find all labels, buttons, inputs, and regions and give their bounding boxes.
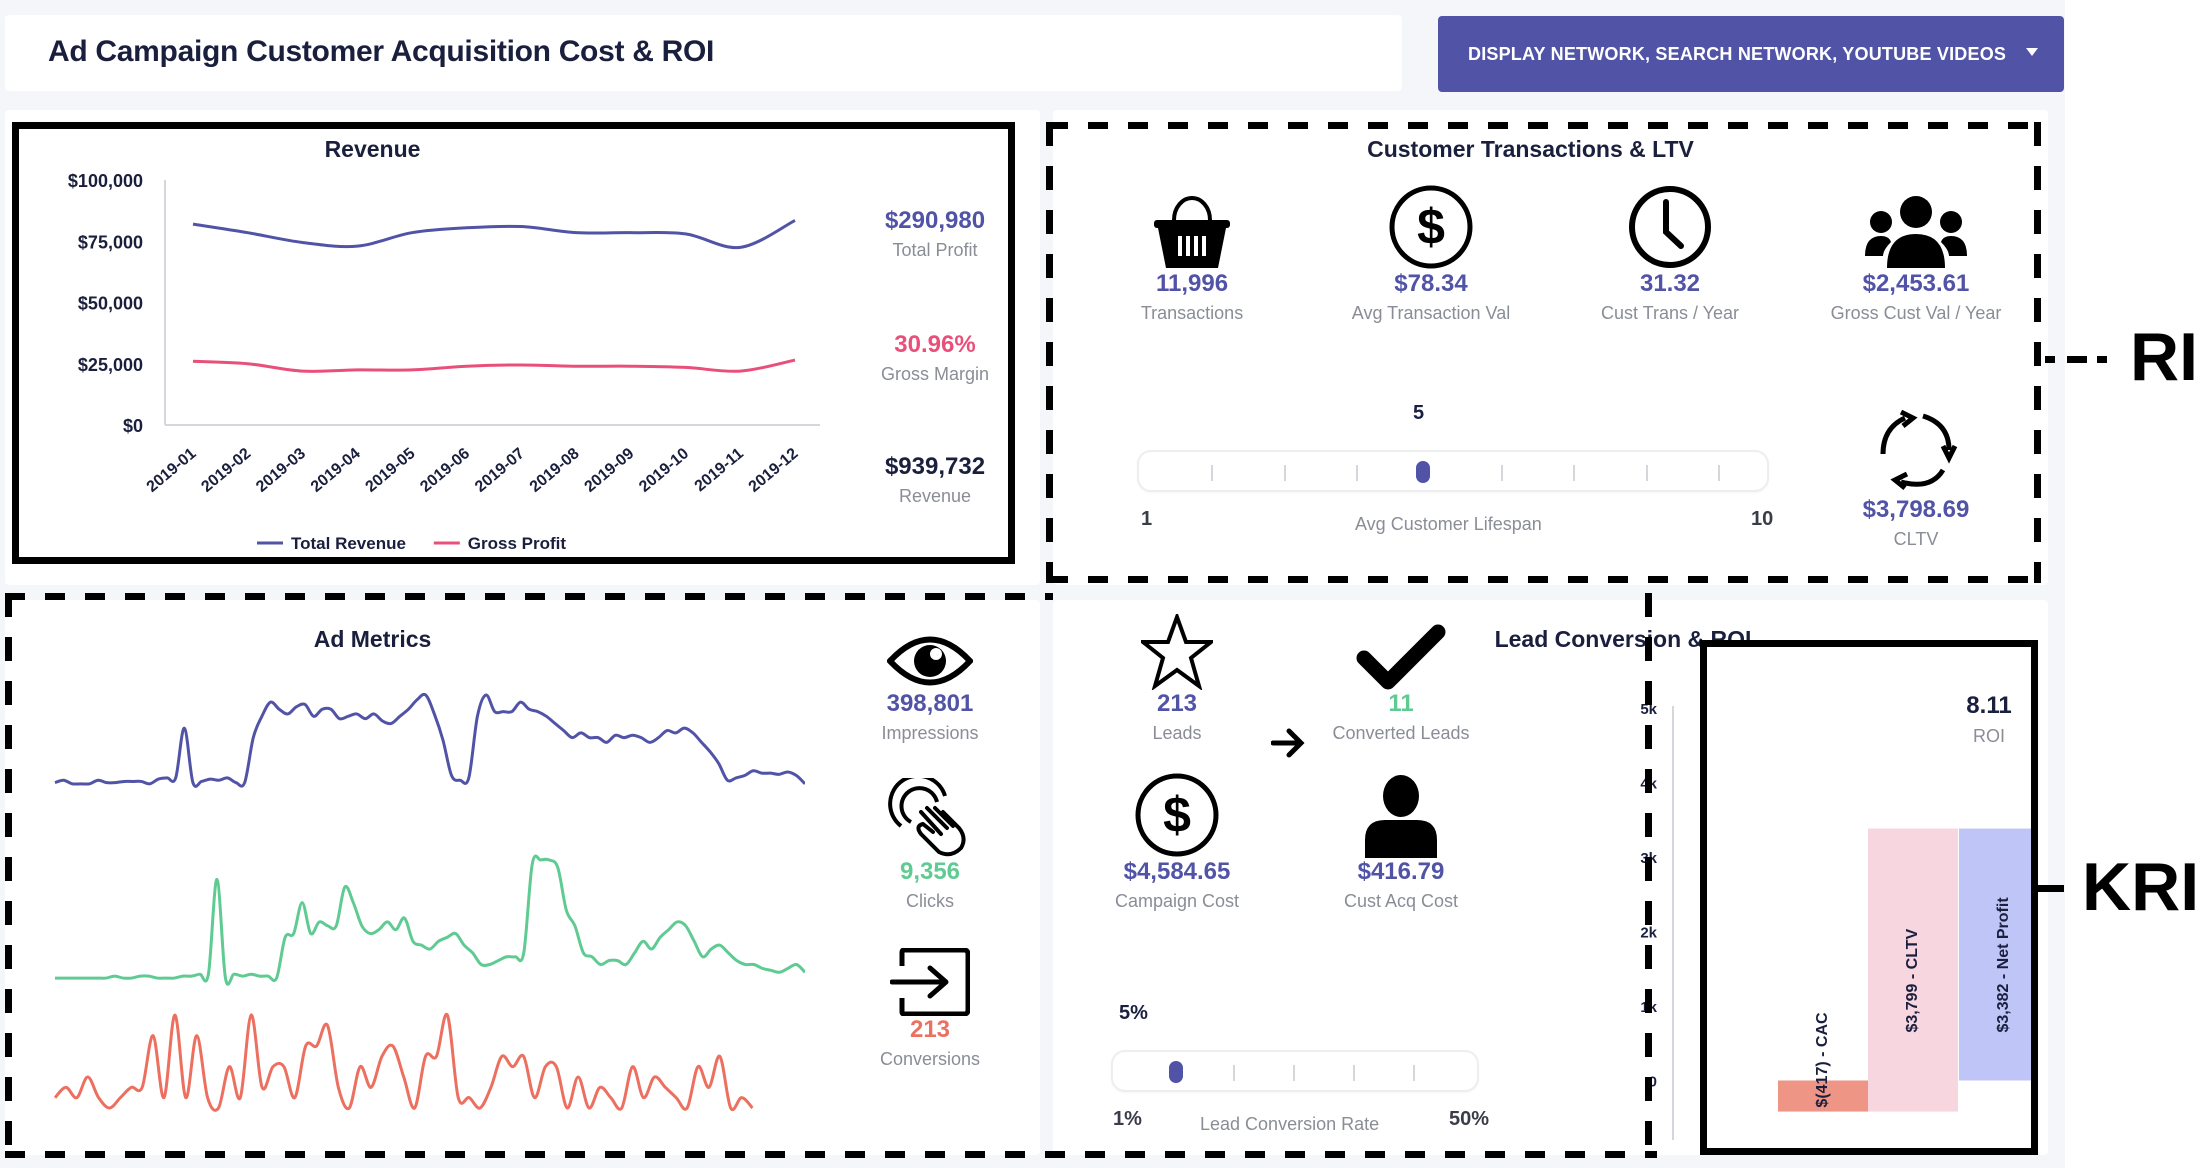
lead-rate-max-label: 50% xyxy=(1449,1108,1490,1130)
page-title: Ad Campaign Customer Acquisition Cost & … xyxy=(48,35,715,68)
kri-connector xyxy=(2038,885,2064,892)
ri-box-left xyxy=(1046,122,1053,583)
kpi-value: 213 xyxy=(1156,690,1198,717)
ad-box-top xyxy=(5,593,1053,600)
roi-highlight-box xyxy=(1700,640,2038,1155)
customer-title: Customer Transactions & LTV xyxy=(1367,136,1694,162)
kpi-label: Gross Cust Val / Year xyxy=(1830,303,2002,323)
lifespan-max-label: 10 xyxy=(1751,508,1774,530)
kpi-label: Campaign Cost xyxy=(1114,891,1240,911)
dollar-circle-icon: $ xyxy=(1311,180,1551,270)
cycle-icon xyxy=(1796,410,2036,496)
users-icon xyxy=(1796,180,2036,270)
kpi-value: $4,584.65 xyxy=(1123,858,1231,885)
svg-text:$: $ xyxy=(1163,787,1191,843)
kpi-label: Cust Acq Cost xyxy=(1343,891,1459,911)
click-hand-icon xyxy=(810,768,1050,858)
kpi-value: 9,356 xyxy=(899,858,961,885)
lifespan-min-label: 1 xyxy=(1141,508,1153,530)
lead-rate-label: Lead Conversion Rate xyxy=(1200,1114,1380,1134)
lifespan-value: 5 xyxy=(1413,402,1425,424)
slider-tick xyxy=(1413,1065,1415,1081)
clock-icon xyxy=(1550,180,1790,270)
kpi-label: Avg Transaction Val xyxy=(1351,303,1511,323)
kpi-value: 31.32 xyxy=(1639,270,1701,297)
slider-tick xyxy=(1573,465,1575,481)
slider-tick xyxy=(1233,1065,1235,1081)
kpi-cust-trans-year: 31.32 Cust Trans / Year xyxy=(1550,180,1790,326)
conversions-line xyxy=(53,1013,754,1112)
basket-icon xyxy=(1072,180,1312,270)
kpi-label: CLTV xyxy=(1893,529,1939,549)
kpi-converted-leads: 11 Converted Leads xyxy=(1281,600,1521,746)
ri-box-right xyxy=(2034,122,2041,583)
ri-box-bottom xyxy=(1048,576,2040,583)
lead-rate-slider-thumb[interactable] xyxy=(1169,1061,1184,1083)
kpi-value: $78.34 xyxy=(1394,270,1468,297)
ri-box-top xyxy=(1048,122,2040,129)
kpi-label: Cust Trans / Year xyxy=(1600,303,1740,323)
kpi-cust-acq-cost: $416.79 Cust Acq Cost xyxy=(1281,768,1521,914)
lead-rate-value: 5% xyxy=(1119,1002,1148,1024)
kri-annotation-label: KRI xyxy=(2082,849,2200,925)
lead-box-right xyxy=(1645,593,1652,1158)
sign-in-icon xyxy=(810,926,1050,1016)
revenue-highlight-box xyxy=(12,122,1015,564)
lead-rate-slider[interactable] xyxy=(1111,1050,1479,1092)
slider-tick xyxy=(1211,465,1213,481)
slider-tick xyxy=(1353,1065,1355,1081)
header-bar: Ad Campaign Customer Acquisition Cost & … xyxy=(5,15,1402,91)
kpi-leads: 213 Leads xyxy=(1057,600,1297,746)
kpi-label: Clicks xyxy=(906,891,954,911)
kpi-transactions: 11,996 Transactions xyxy=(1072,180,1312,326)
svg-text:$: $ xyxy=(1417,199,1445,255)
kpi-campaign-cost: $ $4,584.65 Campaign Cost xyxy=(1057,768,1297,914)
lifespan-label: Avg Customer Lifespan xyxy=(1355,514,1542,534)
kpi-value: 398,801 xyxy=(886,690,974,717)
customer-panel: Customer Transactions & LTV 11,996 Trans… xyxy=(1053,110,2048,585)
lifespan-slider[interactable] xyxy=(1137,450,1769,492)
kpi-label: Impressions xyxy=(881,723,979,743)
kpi-value: $416.79 xyxy=(1357,858,1445,885)
caret-down-icon xyxy=(2026,48,2038,56)
kpi-conversions: 213 Conversions xyxy=(810,926,1050,1072)
kpi-value: 11 xyxy=(1388,690,1414,717)
star-icon xyxy=(1057,600,1297,690)
kpi-gross-cust-val: $2,453.61 Gross Cust Val / Year xyxy=(1796,180,2036,326)
lifespan-slider-thumb[interactable] xyxy=(1415,461,1430,483)
kpi-label: Converted Leads xyxy=(1332,723,1470,743)
network-filter-label: DISPLAY NETWORK, SEARCH NETWORK, YOUTUBE… xyxy=(1468,43,2007,64)
kpi-cltv: $3,798.69 CLTV xyxy=(1796,410,2036,552)
kpi-label: Leads xyxy=(1152,723,1202,743)
kpi-value: 11,996 xyxy=(1155,270,1229,297)
eye-icon xyxy=(810,600,1050,690)
ad-box-left xyxy=(5,593,12,1155)
kpi-value: $2,453.61 xyxy=(1862,270,1970,297)
ri-annotation-label: RI xyxy=(2130,319,2198,395)
impressions-line xyxy=(54,692,805,788)
slider-tick xyxy=(1293,1065,1295,1081)
slider-tick xyxy=(1646,465,1648,481)
user-icon xyxy=(1281,768,1521,858)
kpi-impressions: 398,801 Impressions xyxy=(810,600,1050,746)
slider-tick xyxy=(1718,465,1720,481)
ri-connector xyxy=(2045,356,2107,363)
slider-tick xyxy=(1356,465,1358,481)
lead-rate-min-label: 1% xyxy=(1113,1108,1142,1130)
check-icon xyxy=(1281,600,1521,690)
network-filter-dropdown[interactable]: DISPLAY NETWORK, SEARCH NETWORK, YOUTUBE… xyxy=(1438,16,2064,92)
kpi-label: Transactions xyxy=(1140,303,1244,323)
kpi-avg-transaction: $ $78.34 Avg Transaction Val xyxy=(1311,180,1551,326)
ad-metrics-panel: Ad Metrics 398,801 Impressions 9,356 Cli… xyxy=(5,600,1040,1155)
kpi-clicks: 9,356 Clicks xyxy=(810,768,1050,914)
kpi-label: Conversions xyxy=(879,1049,981,1069)
dollar-circle-icon: $ xyxy=(1057,768,1297,858)
slider-tick xyxy=(1501,465,1503,481)
slider-tick xyxy=(1284,465,1286,481)
ad-metrics-chart xyxy=(53,692,805,1112)
kpi-value: $3,798.69 xyxy=(1862,496,1970,523)
clicks-line xyxy=(55,854,805,986)
kpi-value: 213 xyxy=(909,1016,951,1043)
lead-box-bottom xyxy=(5,1151,1657,1158)
